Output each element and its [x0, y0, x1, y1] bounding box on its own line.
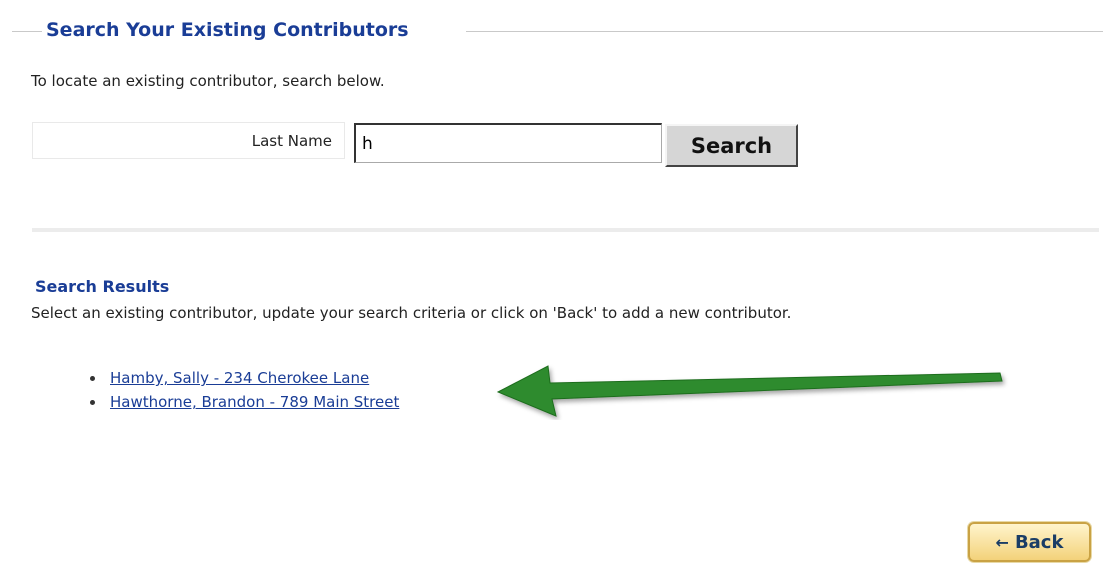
intro-text: To locate an existing contributor, searc…	[31, 72, 385, 90]
legend-rule-right	[466, 31, 1103, 32]
results-list: Hamby, Sally - 234 Cherokee Lane Hawthor…	[88, 366, 399, 414]
last-name-input[interactable]	[354, 123, 662, 163]
result-link-hawthorne[interactable]: Hawthorne, Brandon - 789 Main Street	[110, 393, 399, 411]
arrow-left-icon: ←	[995, 532, 1009, 552]
result-link-hamby[interactable]: Hamby, Sally - 234 Cherokee Lane	[110, 369, 369, 387]
section-title: Search Your Existing Contributors	[46, 19, 409, 41]
list-item: Hamby, Sally - 234 Cherokee Lane	[88, 366, 399, 390]
results-instructions: Select an existing contributor, update y…	[31, 304, 792, 322]
bullet-icon	[90, 376, 95, 381]
bullet-icon	[90, 400, 95, 405]
results-title: Search Results	[35, 277, 170, 296]
legend-rule-left	[12, 31, 42, 32]
annotation-arrow-icon	[496, 365, 1003, 417]
back-button[interactable]: ← Back	[968, 522, 1091, 562]
list-item: Hawthorne, Brandon - 789 Main Street	[88, 390, 399, 414]
back-button-label: Back	[1014, 531, 1064, 553]
section-divider	[32, 228, 1099, 232]
search-button[interactable]: Search	[665, 124, 798, 167]
last-name-label: Last Name	[32, 122, 345, 159]
last-name-label-text: Last Name	[251, 131, 332, 150]
